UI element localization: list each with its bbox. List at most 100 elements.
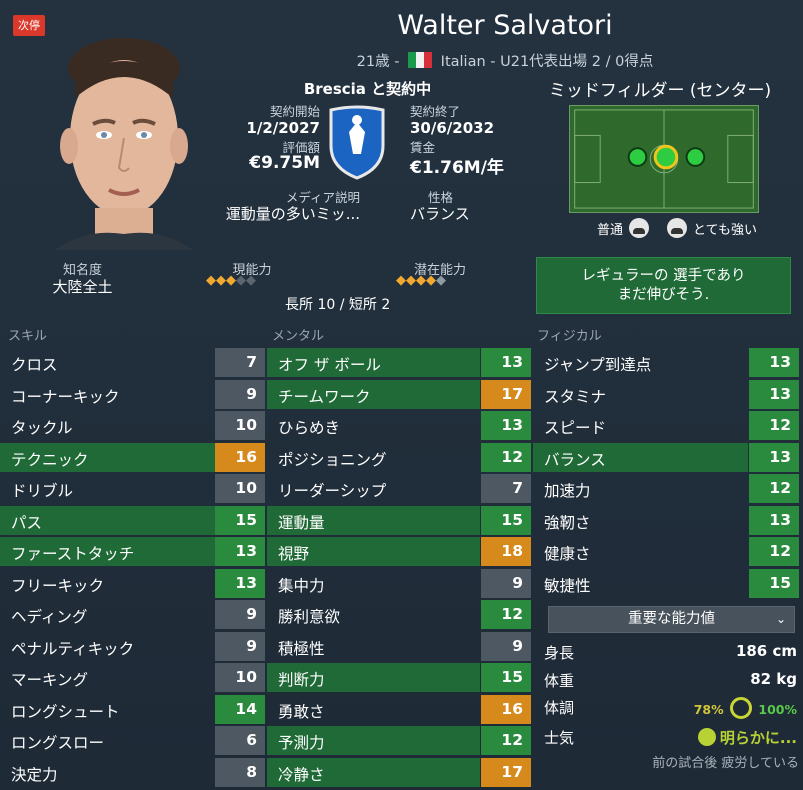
attribute-value: 7 (215, 348, 265, 377)
attribute-value: 17 (481, 379, 531, 409)
mental-attribute-row[interactable]: 冷静さ 17 (267, 757, 531, 789)
attribute-value: 12 (481, 600, 531, 629)
key-attributes-label: 重要な能力値 (628, 611, 715, 627)
right-foot-label: とても強い (693, 222, 757, 238)
skills-attribute-row[interactable]: ドリブル 10 (0, 473, 265, 505)
key-attributes-dropdown[interactable]: 重要な能力値 ⌄ (548, 606, 795, 633)
personality-value: バランス (410, 205, 470, 223)
player-nationality[interactable]: Italian (441, 54, 486, 70)
left-foot-icon (629, 218, 650, 238)
attribute-value: 18 (481, 537, 531, 566)
attribute-value: 12 (749, 537, 799, 566)
current-ability-stars: ◆◆◆◆◆ (206, 273, 256, 288)
attribute-label: タックル (11, 419, 73, 437)
mental-attribute-row[interactable]: 勝利意欲 12 (267, 599, 531, 631)
attribute-label: 判断力 (278, 671, 325, 689)
mental-attribute-row[interactable]: リーダーシップ 7 (267, 473, 531, 505)
position-pitch-map[interactable] (569, 105, 759, 213)
skills-attribute-row[interactable]: フリーキック 13 (0, 568, 265, 600)
skills-attribute-row[interactable]: マーキング 10 (0, 662, 265, 694)
attribute-label: ポジショニング (278, 450, 387, 469)
attribute-label: ヘディング (11, 608, 88, 626)
contract-club[interactable]: Brescia と契約中 (255, 78, 480, 99)
mental-section-title: メンタル (272, 329, 325, 344)
attribute-label: スタミナ (544, 387, 607, 406)
attribute-label: 予測力 (278, 734, 325, 752)
mental-attribute-row[interactable]: 積極性 9 (267, 631, 531, 663)
physical-attribute-row[interactable]: スタミナ 13 (533, 379, 799, 411)
physical-list: ジャンプ到達点 13 スタミナ 13 スピード 12 バランス 13 加速力 12 強靭さ 13 健康さ… (533, 347, 799, 599)
reputation-value: 大陸全土 (52, 278, 113, 296)
physical-attribute-row[interactable]: 加速力 12 (533, 473, 799, 505)
fatigue-note: 前の試合後 疲労している (652, 756, 799, 771)
attribute-label: テクニック (11, 450, 89, 469)
physical-attribute-row[interactable]: 健康さ 12 (533, 536, 799, 568)
skills-attribute-row[interactable]: ペナルティキック 9 (0, 631, 265, 663)
morale-row[interactable]: 士気 明らかに... (544, 727, 797, 748)
attribute-label: パス (11, 513, 43, 532)
attribute-label: ドリブル (11, 482, 74, 500)
morale-value[interactable]: 明らかに... (697, 727, 797, 748)
skills-attribute-row[interactable]: パス 15 (0, 505, 265, 537)
left-foot-label: 普通 (597, 222, 624, 238)
attribute-value: 10 (215, 411, 265, 440)
skills-attribute-row[interactable]: ファーストタッチ 13 (0, 536, 265, 568)
value-amount: €9.75M (249, 153, 320, 173)
condition-value: 78% 100% (694, 697, 797, 719)
physical-attribute-row[interactable]: 敏捷性 15 (533, 568, 799, 600)
mental-attribute-row[interactable]: オフ ザ ボール 13 (267, 347, 531, 379)
media-description-value[interactable]: 運動量の多いミッ... (200, 203, 360, 224)
physical-attribute-row[interactable]: スピード 12 (533, 410, 799, 442)
player-subline: 21歳 - Italian - U21代表出場 2 / 0得点 (300, 50, 710, 71)
mental-attribute-row[interactable]: ポジショニング 12 (267, 442, 531, 474)
player-age: 21歳 (356, 54, 390, 70)
attribute-value: 14 (215, 694, 265, 724)
mental-attribute-row[interactable]: チームワーク 17 (267, 379, 531, 411)
mental-attribute-row[interactable]: 集中力 9 (267, 568, 531, 600)
attribute-label: スピード (544, 419, 607, 437)
attribute-value: 15 (749, 568, 799, 598)
attribute-value: 12 (481, 442, 531, 472)
attribute-label: コーナーキック (11, 387, 120, 406)
mental-attribute-row[interactable]: 判断力 15 (267, 662, 531, 694)
attribute-value: 9 (215, 600, 265, 629)
weight-value: 82 kg (750, 670, 797, 688)
separator: - (394, 54, 400, 70)
skills-attribute-row[interactable]: クロス 7 (0, 347, 265, 379)
attribute-value: 10 (215, 663, 265, 692)
mental-attribute-row[interactable]: 視野 18 (267, 536, 531, 568)
skills-attribute-row[interactable]: ロングシュート 14 (0, 694, 265, 726)
separator: - (490, 54, 496, 70)
attribute-label: クロス (11, 356, 58, 374)
skills-attribute-row[interactable]: テクニック 16 (0, 442, 265, 474)
physical-attribute-row[interactable]: ジャンプ到達点 13 (533, 347, 799, 379)
attribute-value: 13 (749, 442, 799, 472)
attribute-label: マーキング (11, 671, 89, 689)
attribute-value: 13 (215, 568, 265, 598)
strengths-weaknesses[interactable]: 長所 10 / 短所 2 (285, 294, 390, 314)
brescia-crest-icon[interactable] (327, 104, 387, 180)
attribute-value: 7 (481, 474, 531, 503)
contract-start-value: 1/2/2027 (246, 119, 320, 137)
skills-attribute-row[interactable]: タックル 10 (0, 410, 265, 442)
attribute-label: 冷静さ (278, 765, 325, 784)
physical-attribute-row[interactable]: 強靭さ 13 (533, 505, 799, 537)
mental-attribute-row[interactable]: 運動量 15 (267, 505, 531, 537)
attribute-value: 6 (215, 726, 265, 755)
attribute-label: ジャンプ到達点 (544, 356, 652, 374)
skills-attribute-row[interactable]: コーナーキック 9 (0, 379, 265, 411)
attribute-label: ひらめき (278, 419, 341, 437)
morale-text: 明らかに... (719, 729, 797, 747)
physical-attribute-row[interactable]: バランス 13 (533, 442, 799, 474)
player-name: Walter Salvatori (397, 10, 613, 41)
skills-attribute-row[interactable]: ヘディング 9 (0, 599, 265, 631)
attribute-label: チームワーク (278, 387, 371, 406)
mental-attribute-row[interactable]: 予測力 12 (267, 725, 531, 757)
mental-attribute-row[interactable]: ひらめき 13 (267, 410, 531, 442)
skills-attribute-row[interactable]: ロングスロー 6 (0, 725, 265, 757)
suspended-badge[interactable]: 次停 (13, 15, 45, 36)
mental-attribute-row[interactable]: 勇敢さ 16 (267, 694, 531, 726)
scout-verdict: レギュラーの 選手であり まだ伸びそう. (536, 257, 791, 314)
skills-attribute-row[interactable]: 決定力 8 (0, 757, 265, 789)
attribute-label: 決定力 (11, 765, 58, 784)
